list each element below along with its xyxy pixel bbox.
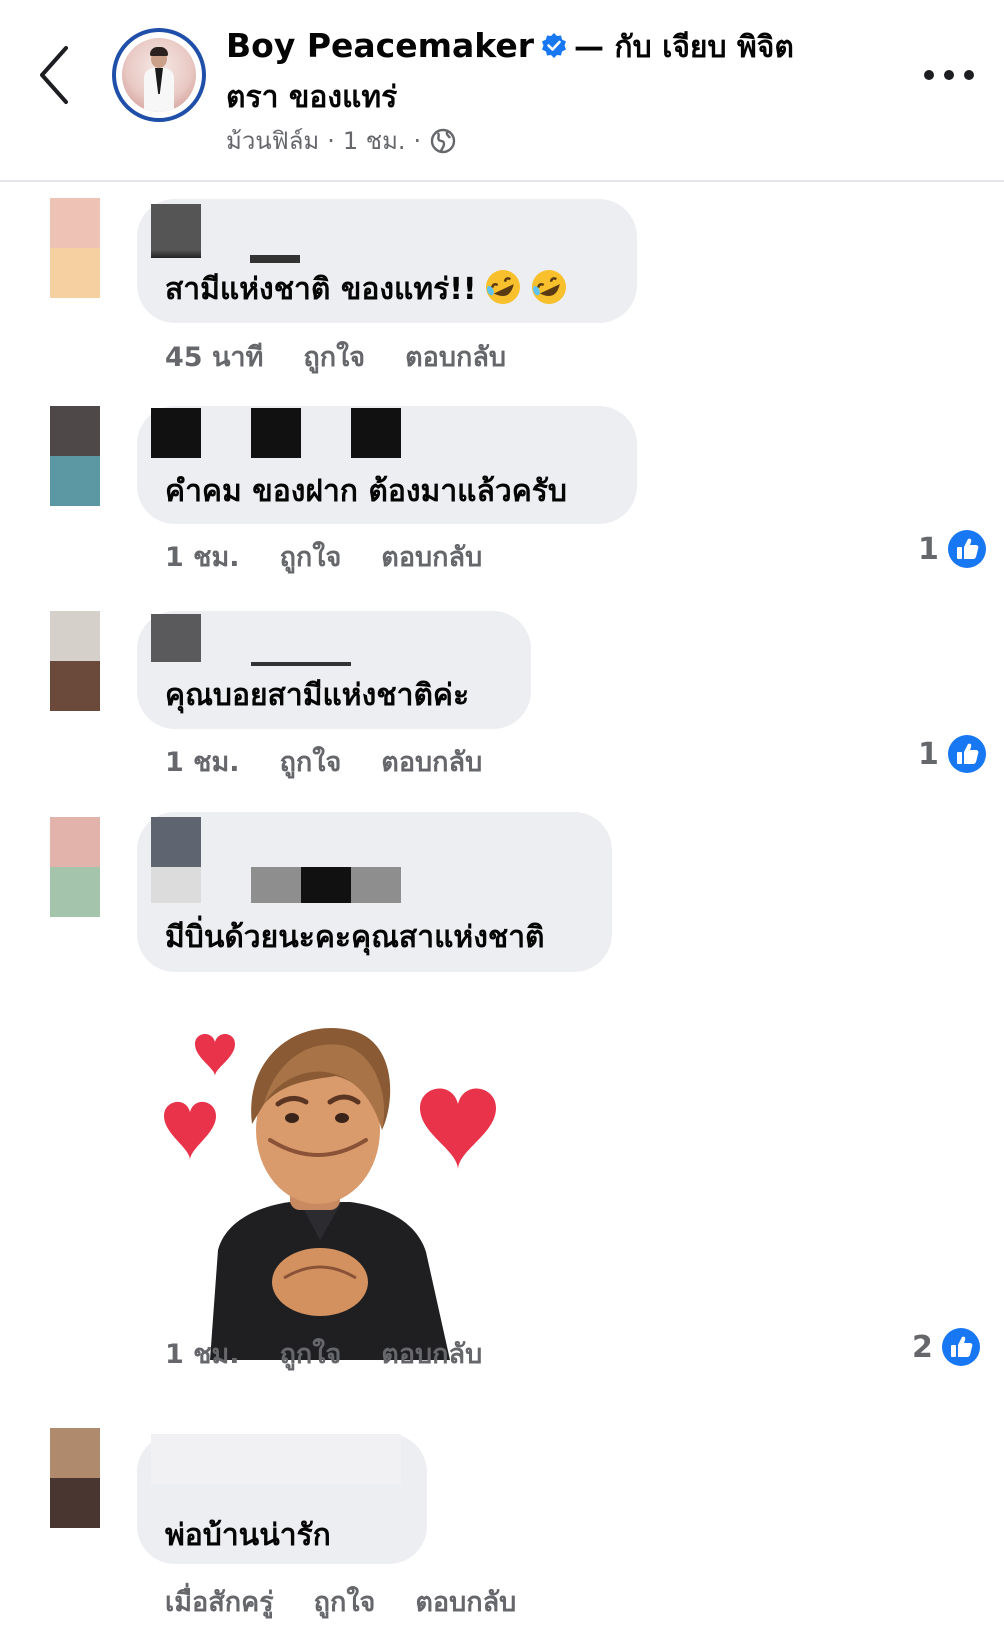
comment-time: 45 นาที (165, 342, 264, 373)
reply-button[interactable]: ตอบกลับ (381, 1332, 482, 1375)
redacted-name (151, 1434, 401, 1484)
tagged-with: — กับ เจียบ พิจิต (573, 30, 794, 65)
post-title: Boy Peacemaker — กับ เจียบ พิจิต (226, 24, 794, 71)
like-button[interactable]: ถูกใจ (280, 1332, 342, 1375)
author-name[interactable]: Boy Peacemaker (226, 26, 534, 65)
more-dot (964, 70, 974, 80)
redacted-name (151, 408, 201, 458)
post-header: Boy Peacemaker — กับ เจียบ พิจิต ตรา ของ… (0, 0, 1004, 182)
comment-text: สามีแห่งชาติ ของแทร่!! (165, 266, 569, 313)
commenter-avatar[interactable] (50, 198, 102, 300)
comment-time: 1 ชม. (165, 542, 240, 573)
reaction-summary[interactable]: 1 (918, 734, 987, 774)
redacted-name (251, 408, 301, 458)
redacted-name (351, 408, 401, 458)
meta-separator: · (327, 126, 335, 155)
reaction-summary[interactable]: 2 (912, 1327, 981, 1367)
redacted-name (151, 614, 201, 662)
reaction-count: 2 (912, 1329, 933, 1365)
redacted-name (151, 204, 201, 258)
rolling-laughing-emoji-icon (531, 270, 566, 304)
commenter-avatar[interactable] (50, 406, 102, 508)
comment-meta: 1 ชม. ถูกใจ ตอบกลับ (165, 1332, 482, 1375)
reply-button[interactable]: ตอบกลับ (415, 1580, 516, 1623)
more-dot (944, 70, 954, 80)
like-button[interactable]: ถูกใจ (280, 535, 342, 578)
like-reaction-icon (941, 1328, 980, 1366)
redacted-name (351, 867, 401, 903)
comment-meta: 45 นาที ถูกใจ ตอบกลับ (165, 335, 506, 378)
redacted-name (250, 255, 300, 263)
tagged-person[interactable]: ตรา ของแทร่ (226, 74, 397, 121)
verified-badge-icon (541, 33, 566, 58)
back-button[interactable] (30, 40, 80, 110)
reaction-count: 1 (918, 531, 939, 567)
comment-meta: 1 ชม. ถูกใจ ตอบกลับ (165, 740, 482, 783)
reply-button[interactable]: ตอบกลับ (405, 335, 506, 378)
post-meta: ม้วนฟิล์ม · 1 ชม. · (226, 121, 457, 160)
reply-button[interactable]: ตอบกลับ (381, 740, 482, 783)
like-button[interactable]: ถูกใจ (314, 1580, 376, 1623)
reaction-summary[interactable]: 1 (918, 529, 987, 569)
comment-meta: 1 ชม. ถูกใจ ตอบกลับ (165, 535, 482, 578)
more-options-icon (924, 70, 934, 80)
comment-text: คุณบอยสามีแห่งชาติค่ะ (165, 678, 470, 713)
comment-text: พ่อบ้านน่ารัก (165, 1518, 331, 1553)
like-reaction-icon (947, 530, 986, 568)
commenter-avatar[interactable] (50, 1428, 102, 1530)
reaction-count: 1 (918, 736, 939, 772)
like-button[interactable]: ถูกใจ (280, 740, 342, 783)
avatar-sticker (164, 1027, 496, 1360)
redacted-name (251, 867, 301, 903)
author-avatar[interactable] (112, 28, 206, 122)
comment-time: 1 ชม. (165, 1339, 240, 1370)
reply-button[interactable]: ตอบกลับ (381, 535, 482, 578)
globe-icon (430, 128, 456, 153)
meta-separator: · (413, 126, 422, 155)
more-options-button[interactable] (924, 60, 974, 90)
post-type: ม้วนฟิล์ม (226, 127, 320, 155)
rolling-laughing-emoji-icon (485, 270, 520, 304)
commenter-avatar[interactable] (50, 611, 102, 713)
redacted-name (301, 867, 351, 903)
redacted-name (151, 867, 201, 903)
comment-time: เมื่อสักครู่ (165, 1587, 274, 1618)
comment-text: คำคม ของฝาก ต้องมาแล้วครับ (165, 474, 567, 509)
commenter-avatar[interactable] (50, 817, 102, 919)
redacted-name (151, 817, 201, 867)
like-reaction-icon (947, 735, 986, 773)
like-button[interactable]: ถูกใจ (303, 335, 365, 378)
redacted-name (251, 662, 351, 666)
comment-time: 1 ชม. (165, 747, 240, 778)
comment-text-content: สามีแห่งชาติ ของแทร่!! (165, 272, 477, 307)
post-time: 1 ชม. (342, 127, 406, 155)
chevron-left-icon (40, 46, 68, 104)
comment-meta: เมื่อสักครู่ ถูกใจ ตอบกลับ (165, 1580, 516, 1623)
comment-text: มีบิ่นด้วยนะคะคุณสาแห่งชาติ (165, 920, 545, 955)
